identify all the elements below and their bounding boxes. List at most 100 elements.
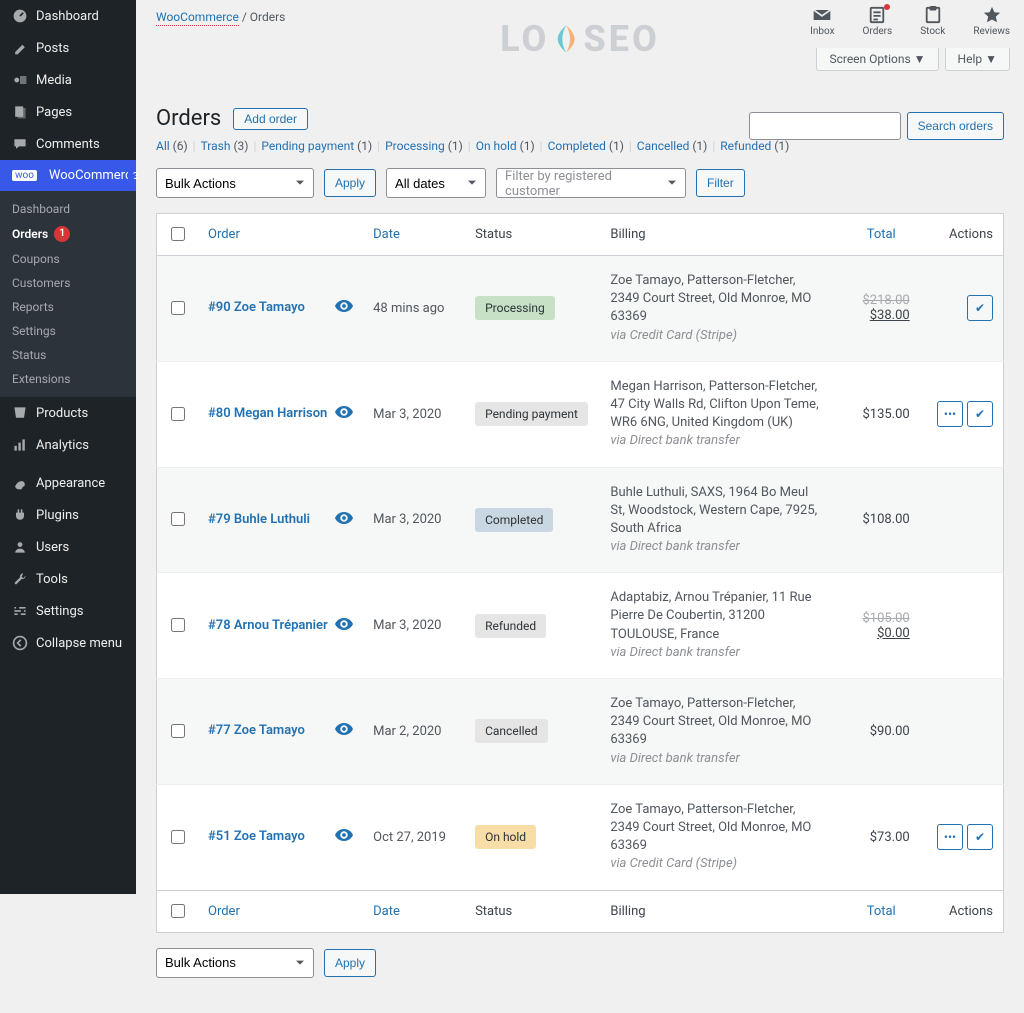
add-order-button[interactable]: Add order (233, 108, 308, 130)
filter-count: (1) (689, 139, 707, 153)
order-link[interactable]: #51 Zoe Tamayo (208, 829, 305, 844)
total-value: $90.00 (870, 724, 910, 739)
col-order[interactable]: Order (198, 890, 363, 932)
sidebar-item-users[interactable]: Users (0, 531, 136, 563)
sidebar-subitem-label: Orders (12, 227, 48, 241)
filter-processing[interactable]: Processing (385, 139, 445, 153)
preview-order-button[interactable] (335, 300, 353, 316)
action-processing-button[interactable]: ••• (937, 401, 963, 427)
date-filter-select[interactable]: All dates (386, 168, 486, 198)
breadcrumb-root[interactable]: WooCommerce (156, 10, 239, 26)
filter-pending[interactable]: Pending payment (261, 139, 354, 153)
preview-order-button[interactable] (335, 829, 353, 845)
toolbar-reviews[interactable]: Reviews (973, 6, 1010, 37)
preview-order-button[interactable] (335, 512, 353, 528)
toolbar-stock[interactable]: Stock (920, 6, 945, 37)
col-total[interactable]: Total (829, 214, 919, 256)
sidebar-subitem-status[interactable]: Status (0, 343, 136, 367)
row-checkbox[interactable] (171, 407, 185, 421)
sidebar-item-plugins[interactable]: Plugins (0, 499, 136, 531)
total-value: $135.00 (862, 407, 909, 422)
search-orders-input[interactable] (749, 112, 901, 140)
sidebar-item-label: Pages (36, 105, 72, 120)
sidebar-item-pages[interactable]: Pages (0, 96, 136, 128)
action-complete-button[interactable]: ✔ (967, 401, 993, 427)
sidebar-subitem-coupons[interactable]: Coupons (0, 247, 136, 271)
col-date[interactable]: Date (363, 214, 465, 256)
status-badge: Processing (475, 296, 555, 320)
sidebar-item-products[interactable]: Products (0, 397, 136, 429)
apply-bulk-button[interactable]: Apply (324, 169, 376, 197)
preview-order-button[interactable] (335, 406, 353, 422)
order-link[interactable]: #77 Zoe Tamayo (208, 723, 305, 738)
payment-method: via Credit Card (Stripe) (610, 856, 737, 871)
sidebar-subitem-reports[interactable]: Reports (0, 295, 136, 319)
bulk-actions-select-bottom[interactable]: Bulk Actions (156, 948, 314, 978)
sidebar-item-settings[interactable]: Settings (0, 595, 136, 627)
row-checkbox[interactable] (171, 724, 185, 738)
sidebar-subitem-settings[interactable]: Settings (0, 319, 136, 343)
filter-cancelled[interactable]: Cancelled (637, 139, 690, 153)
payment-method: via Credit Card (Stripe) (610, 328, 737, 343)
action-complete-button[interactable]: ✔ (967, 824, 993, 850)
order-link[interactable]: #80 Megan Harrison (208, 406, 327, 421)
apply-bulk-button-bottom[interactable]: Apply (324, 949, 376, 977)
total-final: $38.00 (839, 308, 909, 323)
filter-count: (3) (230, 139, 248, 153)
toolbar-inbox[interactable]: Inbox (810, 6, 834, 37)
filter-refunded[interactable]: Refunded (720, 139, 771, 153)
sidebar-subitem-orders[interactable]: Orders1 (0, 221, 136, 247)
sidebar-item-analytics[interactable]: Analytics (0, 429, 136, 461)
payment-method: via Direct bank transfer (610, 433, 740, 448)
sidebar-item-media[interactable]: Media (0, 64, 136, 96)
collapse-menu[interactable]: Collapse menu (0, 627, 136, 659)
woocommerce-submenu: DashboardOrders1CouponsCustomersReportsS… (0, 191, 136, 397)
row-checkbox[interactable] (171, 618, 185, 632)
toolbar-orders[interactable]: Orders (863, 6, 893, 37)
status-filter-links: All (6) | Trash (3) | Pending payment (1… (156, 139, 1004, 153)
total-value: $108.00 (862, 512, 909, 527)
filter-count: (6) (170, 139, 188, 153)
sidebar-subitem-dashboard[interactable]: Dashboard (0, 197, 136, 221)
preview-order-button[interactable] (335, 723, 353, 739)
notification-dot-icon (884, 4, 890, 10)
row-checkbox[interactable] (171, 301, 185, 315)
sidebar-item-dashboard[interactable]: Dashboard (0, 0, 136, 32)
order-date: Mar 3, 2020 (363, 361, 465, 467)
help-tab[interactable]: Help ▼ (945, 48, 1010, 71)
col-actions: Actions (920, 890, 1004, 932)
action-processing-button[interactable]: ••• (937, 824, 963, 850)
filter-completed[interactable]: Completed (548, 139, 606, 153)
billing-address: Zoe Tamayo, Patterson-Fletcher, 2349 Cou… (610, 802, 811, 853)
bulk-actions-select[interactable]: Bulk Actions (156, 168, 314, 198)
action-complete-button[interactable]: ✔ (967, 295, 993, 321)
row-checkbox[interactable] (171, 512, 185, 526)
sidebar-item-comments[interactable]: Comments (0, 128, 136, 160)
status-badge: Refunded (475, 614, 546, 638)
sidebar-subitem-extensions[interactable]: Extensions (0, 367, 136, 391)
row-checkbox[interactable] (171, 830, 185, 844)
col-date[interactable]: Date (363, 890, 465, 932)
filter-onhold[interactable]: On hold (476, 139, 517, 153)
sidebar-subitem-customers[interactable]: Customers (0, 271, 136, 295)
filter-count: (1) (606, 139, 624, 153)
filter-trash[interactable]: Trash (201, 139, 231, 153)
sidebar-item-appearance[interactable]: Appearance (0, 467, 136, 499)
col-order[interactable]: Order (198, 214, 363, 256)
search-orders-button[interactable]: Search orders (907, 112, 1004, 140)
screen-options-tab[interactable]: Screen Options ▼ (816, 48, 938, 71)
sidebar-item-tools[interactable]: Tools (0, 563, 136, 595)
order-link[interactable]: #78 Arnou Trépanier (208, 618, 328, 633)
order-link[interactable]: #79 Buhle Luthuli (208, 512, 310, 527)
order-link[interactable]: #90 Zoe Tamayo (208, 300, 305, 315)
filter-all[interactable]: All (156, 139, 170, 153)
select-all-checkbox[interactable] (171, 227, 185, 241)
col-total[interactable]: Total (829, 890, 919, 932)
customer-filter-select[interactable]: Filter by registered customer (496, 168, 686, 198)
sidebar-item-posts[interactable]: Posts (0, 32, 136, 64)
select-all-checkbox-bottom[interactable] (171, 904, 185, 918)
filter-button[interactable]: Filter (696, 169, 745, 197)
preview-order-button[interactable] (335, 618, 353, 634)
sidebar-item-woocommerce[interactable]: woo WooCommerce (0, 160, 136, 191)
chevron-down-icon: ▼ (985, 52, 997, 66)
